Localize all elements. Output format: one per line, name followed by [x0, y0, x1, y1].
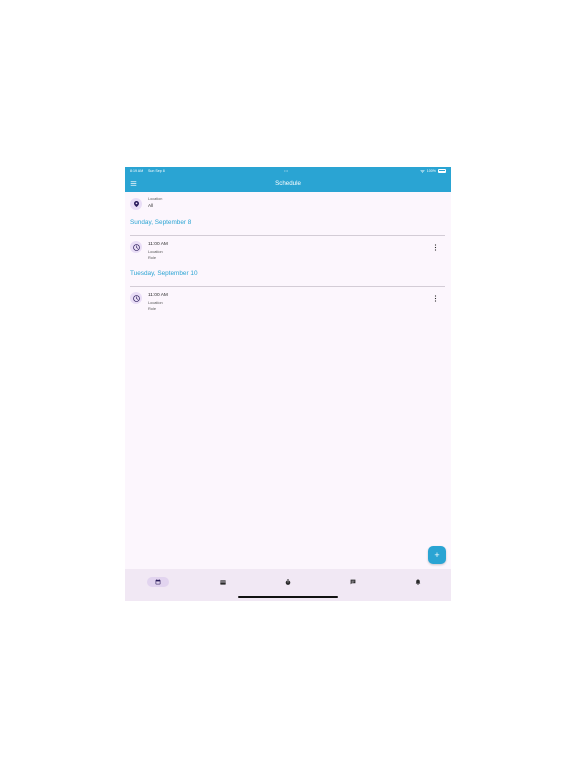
day-header: Tuesday, September 10	[130, 270, 198, 277]
add-shift-button[interactable]: +	[428, 546, 446, 564]
event-location: Location	[148, 300, 163, 305]
status-date: Sun Sep 8	[148, 169, 165, 173]
clock-icon	[132, 294, 140, 302]
bell-icon	[415, 579, 421, 585]
battery-icon	[438, 169, 446, 173]
location-filter-value[interactable]: All	[148, 203, 153, 208]
more-vert-icon[interactable]	[433, 244, 438, 251]
timer-icon	[285, 579, 291, 585]
event-role: Role	[148, 255, 157, 260]
wifi-icon	[420, 169, 425, 173]
event-location: Location	[148, 249, 163, 254]
divider	[130, 286, 445, 287]
location-filter-button[interactable]	[130, 198, 142, 210]
nav-card[interactable]	[212, 577, 234, 587]
day-header: Sunday, September 8	[130, 219, 192, 226]
divider	[130, 235, 445, 236]
clock-icon	[132, 243, 140, 251]
battery-percent: 100%	[426, 169, 436, 173]
event-time[interactable]: 11:00 AM	[148, 293, 168, 298]
location-filter-label: Location	[148, 197, 163, 201]
event-clock-badge	[130, 241, 142, 253]
status-indicators: 100%	[420, 167, 446, 175]
location-pin-icon	[133, 201, 139, 207]
status-bar: 8:19 AM Sun Sep 8 ••• 100%	[125, 167, 451, 175]
event-role: Role	[148, 306, 157, 311]
page-title: Schedule	[275, 180, 301, 187]
app-bar: Schedule	[125, 175, 451, 192]
event-time[interactable]: 11:00 AM	[148, 242, 168, 247]
multitask-dots[interactable]: •••	[284, 167, 288, 175]
nav-calendar[interactable]	[147, 577, 169, 587]
card-icon	[220, 579, 226, 585]
chat-icon	[350, 579, 356, 585]
nav-notifications[interactable]	[407, 577, 429, 587]
event-clock-badge	[130, 292, 142, 304]
status-time: 8:19 AM	[130, 169, 144, 173]
more-vert-icon[interactable]	[433, 295, 438, 302]
app-window: 8:19 AM Sun Sep 8 ••• 100% Schedule	[125, 167, 451, 601]
home-indicator[interactable]	[238, 596, 338, 598]
calendar-icon	[155, 579, 161, 585]
nav-timer[interactable]	[277, 577, 299, 587]
nav-chat[interactable]	[342, 577, 364, 587]
